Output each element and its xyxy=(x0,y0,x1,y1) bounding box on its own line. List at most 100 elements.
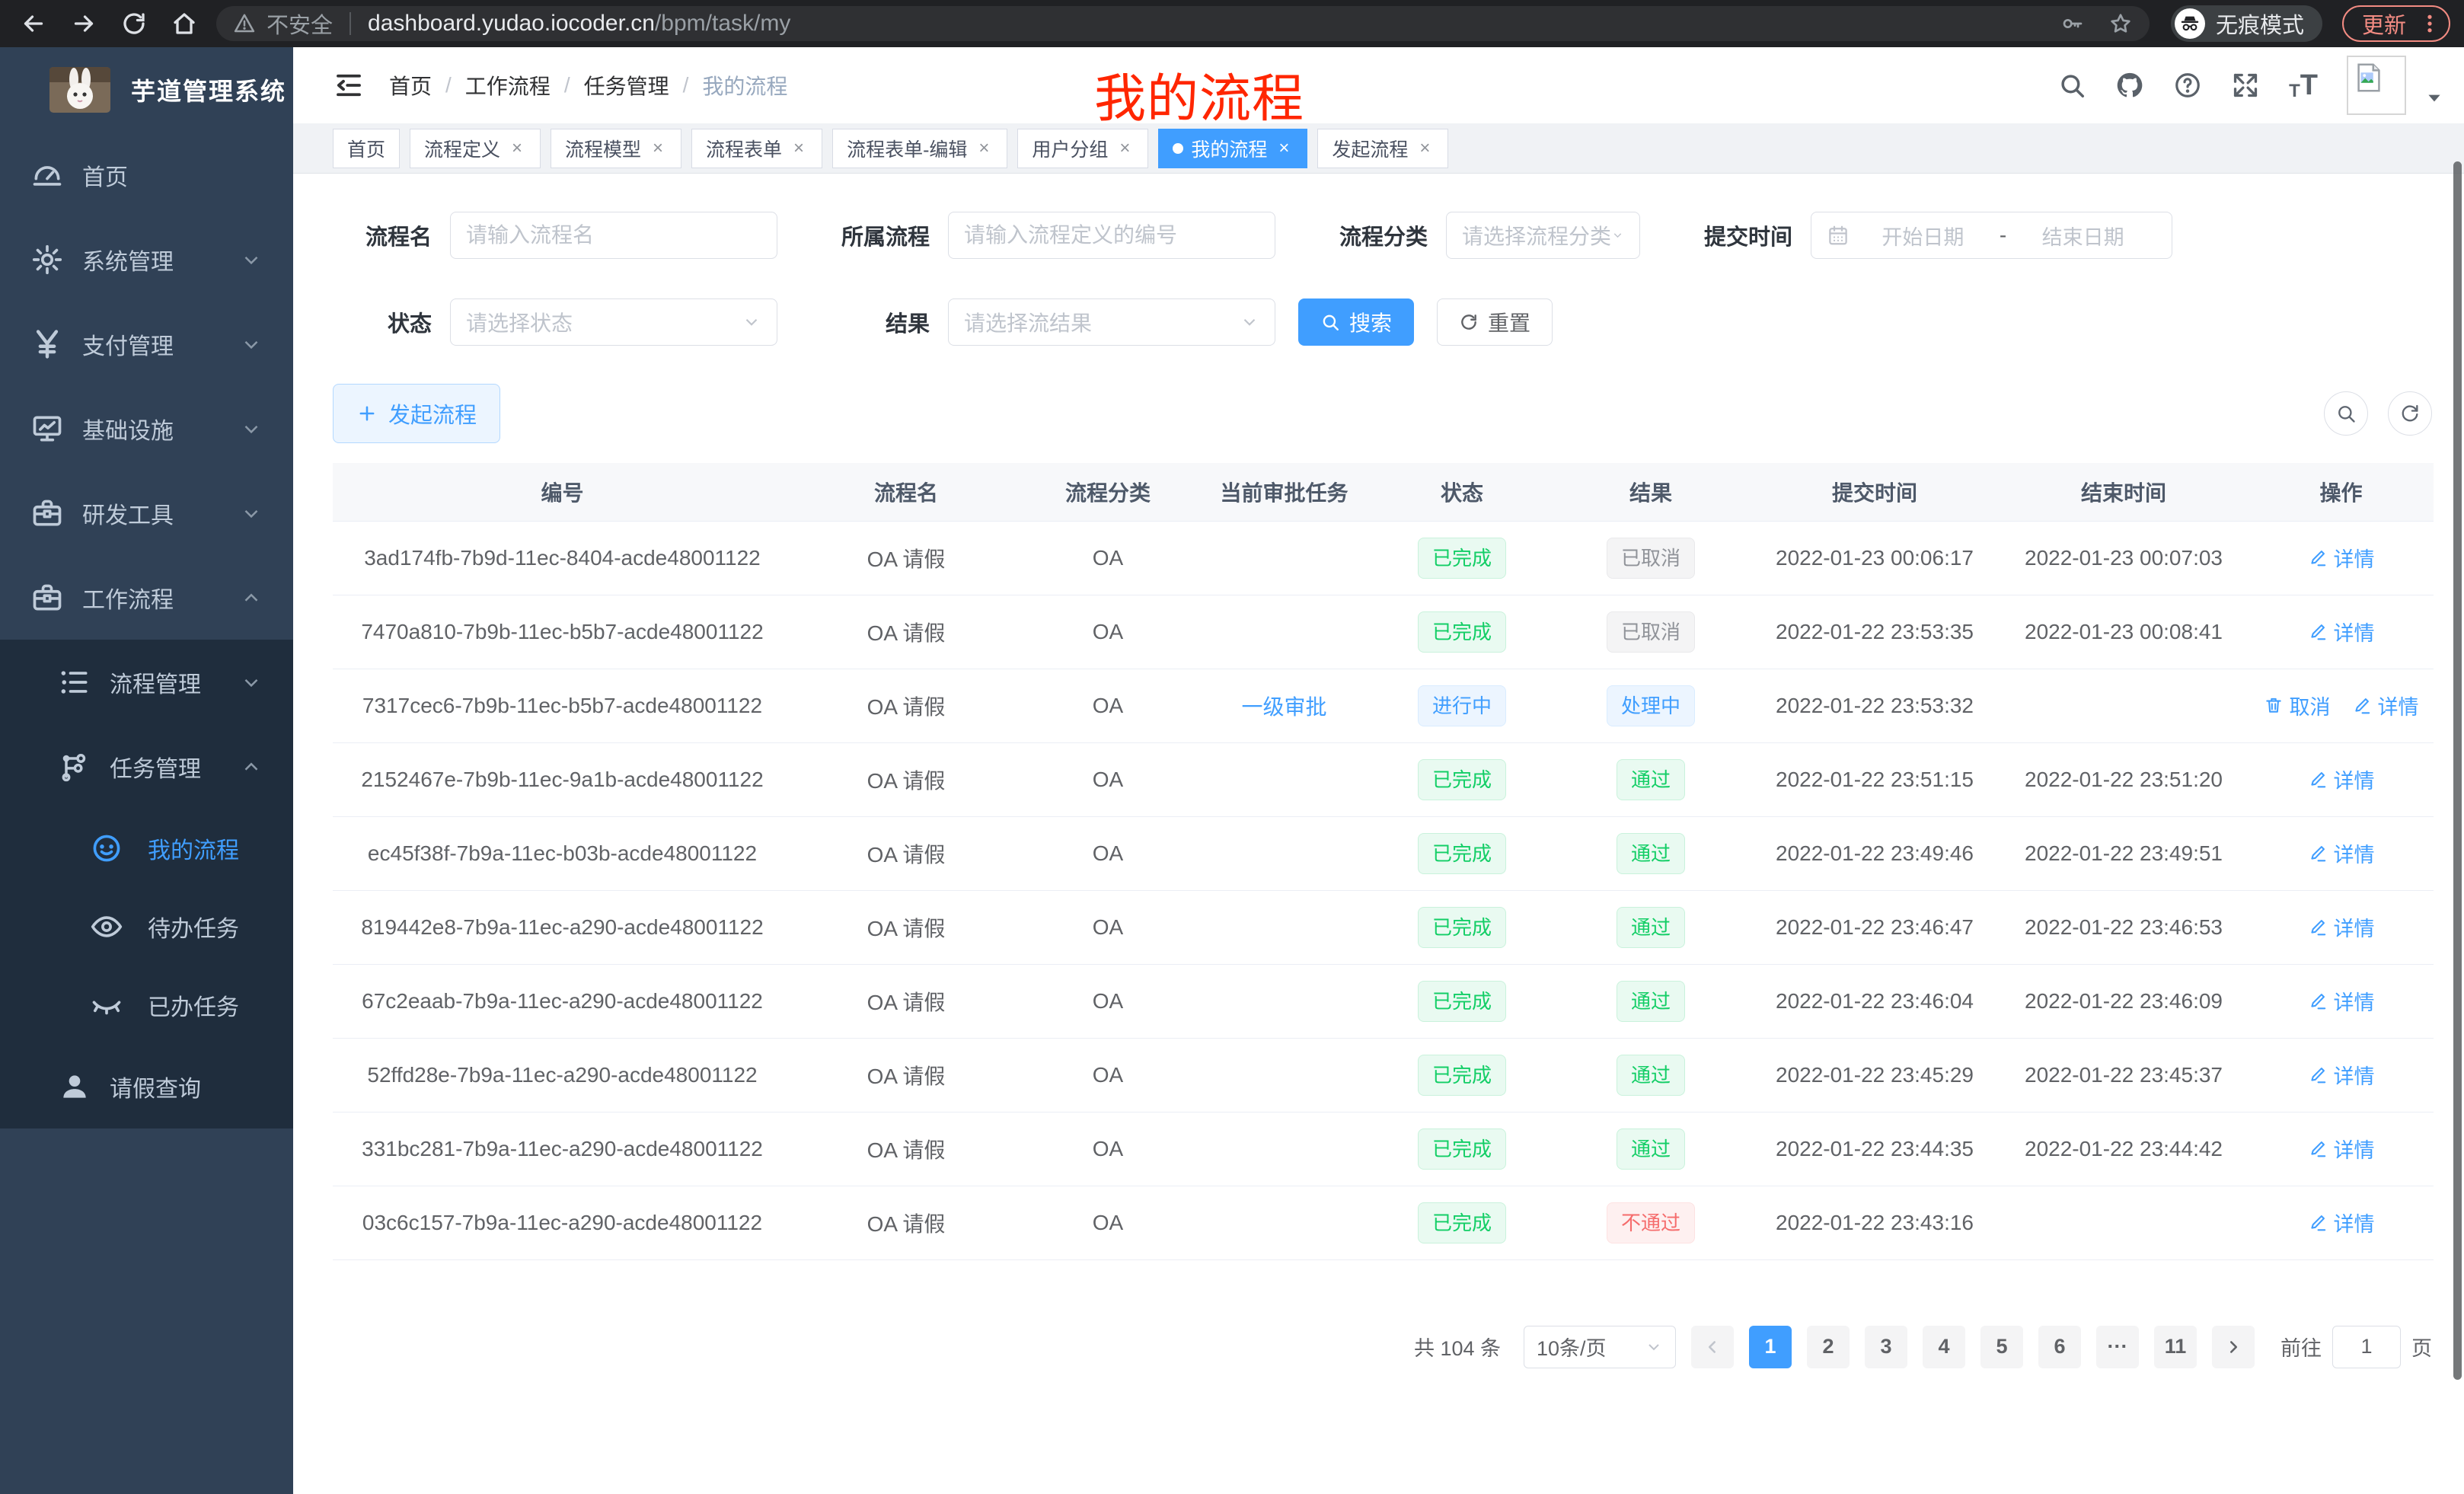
action-detail-link[interactable]: 详情 xyxy=(2308,1208,2375,1237)
action-detail-link[interactable]: 详情 xyxy=(2308,912,2375,942)
tab-process-definition[interactable]: 流程定义× xyxy=(410,129,541,168)
row-actions: 详情 xyxy=(2308,1060,2375,1090)
result-select[interactable]: 请选择流结果 xyxy=(948,298,1275,346)
cell-process-name: OA 请假 xyxy=(792,890,1020,964)
action-cancel-link[interactable]: 取消 xyxy=(2264,691,2331,720)
browser-menu-icon[interactable] xyxy=(2418,12,2441,35)
font-size-icon[interactable]: TT xyxy=(2289,69,2318,102)
action-detail-link[interactable]: 详情 xyxy=(2308,1134,2375,1164)
tab-process-model[interactable]: 流程模型× xyxy=(551,129,681,168)
cell-submit-time: 2022-01-22 23:46:04 xyxy=(1751,964,1999,1038)
sidebar-item-infrastructure[interactable]: 基础设施 xyxy=(0,386,293,471)
close-icon[interactable]: × xyxy=(975,138,993,159)
page-jump-input[interactable] xyxy=(2332,1326,2401,1368)
close-icon[interactable]: × xyxy=(1416,138,1434,159)
sidebar-item-done-tasks[interactable]: 已办任务 xyxy=(0,966,293,1044)
page-ellipsis[interactable]: ··· xyxy=(2096,1326,2139,1368)
sitemap-icon xyxy=(58,750,91,784)
close-icon[interactable]: × xyxy=(1275,138,1293,159)
close-icon[interactable]: × xyxy=(790,138,808,159)
tab-process-form-edit[interactable]: 流程表单-编辑× xyxy=(832,129,1007,168)
breadcrumb-item[interactable]: 任务管理 xyxy=(584,70,669,101)
help-icon[interactable] xyxy=(2173,71,2202,100)
prev-page-button[interactable] xyxy=(1691,1326,1734,1368)
search-button[interactable]: 搜索 xyxy=(1298,298,1414,346)
page-button-2[interactable]: 2 xyxy=(1807,1326,1850,1368)
sidebar-item-task-management[interactable]: 任务管理 xyxy=(0,724,293,809)
search-icon[interactable] xyxy=(2057,71,2086,100)
status-select[interactable]: 请选择状态 xyxy=(450,298,777,346)
start-date-placeholder[interactable]: 开始日期 xyxy=(1850,221,1996,251)
forward-icon[interactable] xyxy=(70,10,97,37)
process-name-input[interactable] xyxy=(450,212,777,259)
action-detail-link[interactable]: 详情 xyxy=(2308,986,2375,1016)
sidebar-item-todo-tasks[interactable]: 待办任务 xyxy=(0,887,293,966)
tab-process-form[interactable]: 流程表单 × xyxy=(691,129,822,168)
sidebar-item-system[interactable]: 系统管理 xyxy=(0,217,293,302)
plus-icon xyxy=(356,403,378,424)
current-task-link[interactable]: 一级审批 xyxy=(1241,695,1326,719)
breadcrumb-item[interactable]: 工作流程 xyxy=(465,70,551,101)
reset-button[interactable]: 重置 xyxy=(1437,298,1553,346)
tab-label: 流程表单 xyxy=(706,135,782,162)
user-icon xyxy=(58,1070,91,1103)
row-actions: 取消详情 xyxy=(2264,691,2419,720)
back-icon[interactable] xyxy=(20,10,47,37)
refresh-table-button[interactable] xyxy=(2388,391,2432,436)
password-key-icon[interactable] xyxy=(2060,11,2084,36)
sidebar-item-process-management[interactable]: 流程管理 xyxy=(0,640,293,724)
close-icon[interactable]: × xyxy=(649,138,667,159)
sidebar-item-workflow[interactable]: 工作流程 xyxy=(0,555,293,640)
next-page-button[interactable] xyxy=(2212,1326,2255,1368)
scrollbar[interactable] xyxy=(2453,161,2462,1380)
show-search-button[interactable] xyxy=(2324,391,2368,436)
close-icon[interactable]: × xyxy=(508,138,526,159)
tab-start-process[interactable]: 发起流程× xyxy=(1317,129,1448,168)
page-button-1[interactable]: 1 xyxy=(1749,1326,1792,1368)
table-row: 3ad174fb-7b9d-11ec-8404-acde48001122OA 请… xyxy=(333,521,2434,595)
page-button-5[interactable]: 5 xyxy=(1980,1326,2023,1368)
collapse-sidebar-icon[interactable] xyxy=(333,69,365,101)
action-detail-link[interactable]: 详情 xyxy=(2308,617,2375,646)
home-icon[interactable] xyxy=(171,10,198,37)
tab-user-group[interactable]: 用户分组× xyxy=(1017,129,1148,168)
action-detail-link[interactable]: 详情 xyxy=(2308,838,2375,868)
cell-end-time: 2022-01-22 23:46:09 xyxy=(1999,964,2249,1038)
end-date-placeholder[interactable]: 结束日期 xyxy=(2009,221,2156,251)
page-button-11[interactable]: 11 xyxy=(2154,1326,2197,1368)
divider xyxy=(349,12,351,35)
category-select[interactable]: 请选择流程分类 xyxy=(1446,212,1640,259)
avatar[interactable] xyxy=(2347,56,2406,115)
process-definition-input[interactable] xyxy=(948,212,1275,259)
cell-actions: 详情 xyxy=(2249,1038,2434,1112)
sidebar-item-payment[interactable]: 支付管理 xyxy=(0,302,293,386)
address-bar[interactable]: 不安全 dashboard.yudao.iocoder.cn/bpm/task/… xyxy=(216,6,2150,41)
security-warning-icon[interactable] xyxy=(233,12,256,35)
submit-time-range-picker[interactable]: 开始日期 - 结束日期 xyxy=(1811,212,2172,259)
github-icon[interactable] xyxy=(2115,71,2144,100)
sidebar-item-my-process[interactable]: 我的流程 xyxy=(0,809,293,887)
page-button-3[interactable]: 3 xyxy=(1865,1326,1907,1368)
page-size-select[interactable]: 10条/页 xyxy=(1524,1326,1676,1368)
close-icon[interactable]: × xyxy=(1116,138,1134,159)
action-detail-link[interactable]: 详情 xyxy=(2308,765,2375,794)
update-button[interactable]: 更新 xyxy=(2342,5,2450,42)
action-detail-link[interactable]: 详情 xyxy=(2352,691,2419,720)
fullscreen-icon[interactable] xyxy=(2231,71,2260,100)
tab-my-process[interactable]: 我的流程× xyxy=(1158,129,1307,168)
chevron-down-icon[interactable] xyxy=(2424,88,2444,108)
page-button-4[interactable]: 4 xyxy=(1923,1326,1965,1368)
cell-process-name: OA 请假 xyxy=(792,669,1020,742)
create-process-button[interactable]: 发起流程 xyxy=(333,384,500,443)
sidebar-item-leave-query[interactable]: 请假查询 xyxy=(0,1044,293,1128)
reload-icon[interactable] xyxy=(120,10,148,37)
sidebar-item-home[interactable]: 首页 xyxy=(0,132,293,217)
action-detail-link[interactable]: 详情 xyxy=(2308,1060,2375,1090)
bookmark-star-icon[interactable] xyxy=(2108,11,2133,36)
page-button-6[interactable]: 6 xyxy=(2038,1326,2081,1368)
column-header: 当前审批任务 xyxy=(1195,463,1373,521)
tab-home[interactable]: 首页 xyxy=(333,129,400,168)
sidebar-item-dev-tools[interactable]: 研发工具 xyxy=(0,471,293,555)
breadcrumb-item[interactable]: 首页 xyxy=(389,70,432,101)
action-detail-link[interactable]: 详情 xyxy=(2308,543,2375,573)
